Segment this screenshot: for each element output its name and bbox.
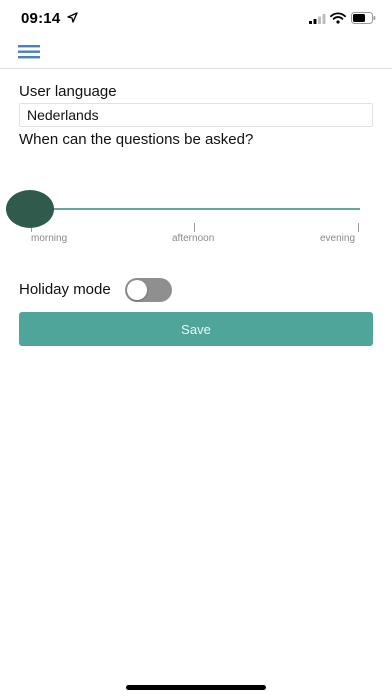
header-divider [0, 68, 392, 69]
holiday-mode-label: Holiday mode [19, 281, 111, 298]
question-time-slider[interactable]: morning afternoon evening [0, 185, 392, 255]
status-bar: 09:14 [0, 0, 392, 38]
status-time: 09:14 [21, 10, 61, 27]
question-time-label: When can the questions be asked? [19, 131, 254, 148]
battery-icon [351, 12, 376, 24]
save-button[interactable]: Save [19, 312, 373, 346]
slider-track[interactable] [30, 208, 360, 210]
slider-label-evening: evening [320, 233, 356, 244]
user-language-label: User language [19, 83, 117, 100]
toggle-knob [127, 280, 147, 300]
cellular-signal-icon [309, 14, 326, 24]
user-language-field[interactable]: Nederlands [19, 103, 373, 127]
slider-tick-afternoon [194, 223, 195, 232]
menu-button[interactable] [17, 42, 43, 62]
slider-label-morning: morning [31, 233, 68, 244]
hamburger-menu-icon [18, 45, 40, 59]
slider-label-afternoon: afternoon [172, 233, 215, 244]
slider-tick-evening [358, 223, 359, 232]
wifi-icon [330, 12, 346, 24]
holiday-mode-toggle[interactable] [125, 278, 172, 302]
home-indicator [126, 685, 266, 690]
slider-thumb[interactable] [6, 190, 54, 228]
location-arrow-icon [67, 12, 78, 23]
